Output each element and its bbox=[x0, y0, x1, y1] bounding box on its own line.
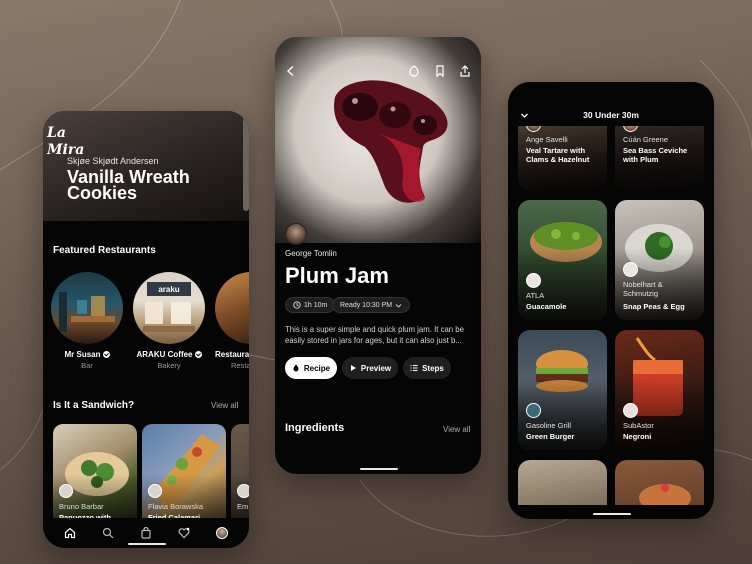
brand-logo: La Mira bbox=[47, 125, 85, 158]
home-indicator bbox=[128, 543, 166, 545]
time-value: 1h 10m bbox=[304, 301, 328, 309]
chef-avatar bbox=[623, 403, 638, 418]
sandwich-section-heading: Is It a Sandwich? bbox=[53, 400, 135, 411]
bookmark-icon[interactable] bbox=[434, 64, 446, 78]
chef-avatar bbox=[526, 403, 541, 418]
tile-chef-name: Cúán Greene bbox=[623, 135, 669, 144]
phone-recipe-detail-screen: George Tomlin Plum Jam 1h 10m Ready 10:3… bbox=[275, 37, 481, 474]
preview-button[interactable]: Preview bbox=[342, 357, 398, 379]
restaurant-name: ARAKU Coffee bbox=[136, 350, 193, 359]
ready-time-dropdown[interactable]: Ready 10:30 PM bbox=[332, 297, 411, 313]
tile-dish-name: Guacamole bbox=[526, 302, 567, 311]
hero-chef-name: Skjøe Skjødt Andersen bbox=[67, 156, 159, 166]
tile-chef-name: ATLA bbox=[526, 291, 545, 300]
collection-title: 30 Under 30m bbox=[583, 110, 639, 120]
heart-icon[interactable] bbox=[177, 526, 191, 540]
recipe-button-label: Recipe bbox=[303, 363, 331, 373]
recipe-tile[interactable]: ATLA Guacamole bbox=[518, 200, 607, 320]
ready-value: Ready 10:30 PM bbox=[340, 301, 393, 309]
view-all-link[interactable]: View all bbox=[211, 401, 238, 410]
ingredients-heading: Ingredients bbox=[285, 422, 345, 434]
chef-avatar bbox=[148, 484, 162, 498]
recipe-description: This is a super simple and quick plum ja… bbox=[285, 325, 464, 345]
phone-collection-screen: 30 Under 30m Ange Savelli Veal Tartare w… bbox=[508, 82, 714, 519]
tile-dish-name: Sea Bass Ceviche with Plum bbox=[623, 146, 688, 164]
verified-icon bbox=[194, 351, 202, 359]
restaurant-item-mr-susan[interactable]: Mr Susan Bar bbox=[49, 272, 125, 370]
hero-banner[interactable]: La Mira Skjøe Skjødt Andersen Vanilla Wr… bbox=[43, 111, 249, 221]
share-icon[interactable] bbox=[459, 64, 471, 77]
tile-dish-name: Snap Peas & Egg bbox=[623, 302, 685, 311]
restaurant-photo bbox=[215, 272, 249, 344]
chef-avatar bbox=[526, 273, 541, 288]
recipe-tile[interactable]: Nobelhart & Schmutzig Snap Peas & Egg bbox=[615, 200, 704, 320]
restaurant-type: Bakery bbox=[157, 361, 181, 370]
card-chef-name: Bruno Barbar bbox=[59, 502, 104, 511]
tile-chef-name: SubAstor bbox=[623, 421, 654, 430]
play-icon bbox=[350, 365, 356, 371]
tile-chef-name: Gasoline Grill bbox=[526, 421, 572, 430]
tile-dish-name: Veal Tartare with Clams & Hazelnut bbox=[526, 146, 590, 164]
tile-dish-name: Green Burger bbox=[526, 432, 575, 441]
profile-icon[interactable] bbox=[215, 526, 229, 540]
card-chef-name: Em bbox=[237, 502, 249, 511]
restaurant-name: Mr Susan bbox=[64, 350, 101, 359]
home-indicator bbox=[593, 513, 631, 515]
preview-button-label: Preview bbox=[360, 363, 392, 373]
verified-icon bbox=[102, 351, 110, 359]
recipe-tile[interactable]: SubAstor Negroni bbox=[615, 330, 704, 450]
recipe-tile[interactable]: Gasoline Grill Green Burger bbox=[518, 330, 607, 450]
tile-chef-name: Ange Savelli bbox=[526, 135, 568, 144]
restaurant-item-3[interactable]: Restaurant Resta bbox=[213, 272, 249, 370]
recipe-title: Plum Jam bbox=[285, 263, 389, 288]
chef-avatar bbox=[237, 484, 249, 498]
araku-sign-text: araku bbox=[158, 285, 179, 294]
hero-recipe-title: Vanilla Wreath Cookies bbox=[67, 167, 190, 203]
steps-button[interactable]: Steps bbox=[403, 357, 451, 379]
chef-avatar[interactable] bbox=[285, 223, 307, 245]
restaurant-name: Restaurant bbox=[215, 350, 249, 359]
restaurant-type: Bar bbox=[81, 361, 93, 370]
chef-avatar bbox=[623, 262, 638, 277]
card-chef-name: Flavia Borawska bbox=[148, 502, 204, 511]
collection-header: 30 Under 30m bbox=[508, 82, 714, 126]
recipe-button[interactable]: Recipe bbox=[285, 357, 337, 379]
steps-button-label: Steps bbox=[422, 363, 444, 373]
restaurant-photo: araku bbox=[133, 272, 205, 344]
clock-icon bbox=[293, 301, 301, 309]
time-pill: 1h 10m bbox=[285, 297, 336, 313]
tile-chef-name: Nobelhart & Schmutzig bbox=[623, 280, 663, 298]
bag-icon[interactable] bbox=[139, 526, 153, 540]
featured-restaurants-heading: Featured Restaurants bbox=[53, 245, 156, 256]
restaurant-photo bbox=[51, 272, 123, 344]
flame-icon bbox=[293, 364, 299, 372]
search-icon[interactable] bbox=[101, 526, 115, 540]
share-to-icon[interactable] bbox=[408, 64, 420, 77]
plum-jam-illustration bbox=[334, 80, 448, 203]
restaurant-item-araku[interactable]: araku ARAKU Coffee Bakery bbox=[131, 272, 207, 370]
phone-restaurants-screen: La Mira Skjøe Skjødt Andersen Vanilla Wr… bbox=[43, 111, 249, 548]
list-icon bbox=[410, 365, 418, 371]
chef-name[interactable]: George Tomlin bbox=[285, 249, 337, 258]
bottom-safe-area bbox=[508, 505, 714, 519]
restaurant-type: Resta bbox=[231, 361, 249, 370]
back-chevron-icon[interactable] bbox=[285, 64, 297, 77]
home-icon[interactable] bbox=[63, 526, 77, 540]
home-indicator bbox=[360, 468, 398, 470]
chevron-down-icon bbox=[395, 303, 402, 308]
chef-avatar bbox=[59, 484, 73, 498]
view-all-link[interactable]: View all bbox=[443, 425, 470, 434]
tile-dish-name: Negroni bbox=[623, 432, 652, 441]
recipe-hero-image bbox=[275, 37, 481, 243]
